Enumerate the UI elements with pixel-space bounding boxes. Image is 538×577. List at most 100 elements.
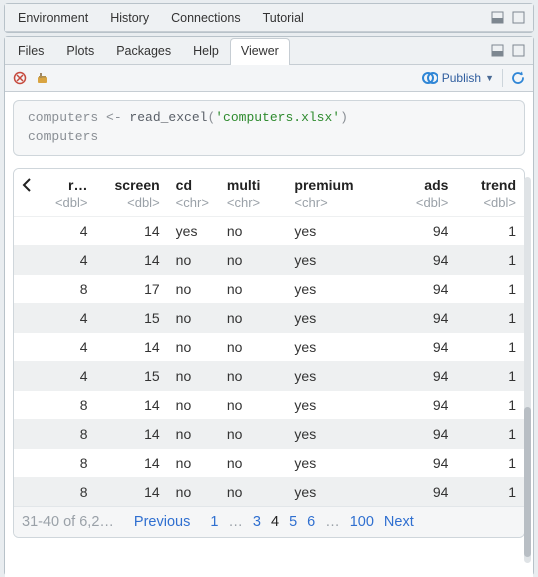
cell: 8 — [40, 477, 96, 506]
cell: 1 — [456, 332, 524, 361]
tab-viewer[interactable]: Viewer — [230, 38, 290, 65]
cell: 94 — [391, 245, 456, 274]
cell: no — [219, 303, 287, 332]
tab-history[interactable]: History — [99, 5, 160, 32]
row-gutter — [14, 332, 40, 361]
col-r-type: <dbl> — [48, 195, 88, 210]
cell: 15 — [95, 361, 167, 390]
col-premium-label: premium — [294, 177, 353, 193]
pager-page[interactable]: 6 — [307, 514, 315, 530]
table-row: 415nonoyes941 — [14, 303, 524, 332]
cell: no — [219, 448, 287, 477]
row-gutter — [14, 303, 40, 332]
cell: 4 — [40, 245, 96, 274]
col-trend-label: trend — [481, 177, 516, 193]
cell: yes — [286, 361, 391, 390]
cell: 94 — [391, 303, 456, 332]
col-r[interactable]: r… <dbl> — [40, 169, 96, 217]
pager-next[interactable]: Next — [384, 514, 414, 530]
table-row: 414yesnoyes941 — [14, 216, 524, 245]
table-row: 414nonoyes941 — [14, 332, 524, 361]
table-row: 415nonoyes941 — [14, 361, 524, 390]
pager-previous[interactable]: Previous — [134, 514, 190, 530]
maximize-pane-icon[interactable] — [512, 11, 525, 24]
cell: no — [168, 361, 219, 390]
row-gutter — [14, 245, 40, 274]
pager-page[interactable]: 1 — [210, 514, 218, 530]
row-gutter — [14, 390, 40, 419]
table-row: 814nonoyes941 — [14, 477, 524, 506]
viewer-toolbar: Publish ▼ — [5, 65, 533, 92]
row-gutter — [14, 419, 40, 448]
tab-tutorial[interactable]: Tutorial — [252, 5, 315, 32]
cell: yes — [286, 390, 391, 419]
table-row: 817nonoyes941 — [14, 274, 524, 303]
tab-environment[interactable]: Environment — [7, 5, 99, 32]
tab-packages[interactable]: Packages — [105, 38, 182, 65]
cell: no — [168, 448, 219, 477]
scroll-left-icon[interactable] — [14, 169, 40, 217]
cell: no — [219, 332, 287, 361]
cell: yes — [286, 274, 391, 303]
row-gutter — [14, 477, 40, 506]
cell: no — [219, 390, 287, 419]
pager-page[interactable]: 100 — [350, 514, 374, 530]
cell: 94 — [391, 361, 456, 390]
data-table-wrap: r… <dbl> screen <dbl> cd <chr> multi — [13, 168, 525, 538]
pager-page[interactable]: 3 — [253, 514, 261, 530]
col-multi-label: multi — [227, 177, 260, 193]
minimize-pane-icon[interactable] — [491, 44, 504, 57]
top-pane-tabstrip: Environment History Connections Tutorial — [5, 4, 533, 32]
col-ads[interactable]: ads <dbl> — [391, 169, 456, 217]
col-trend[interactable]: trend <dbl> — [456, 169, 524, 217]
code-lhs: computers — [28, 110, 106, 125]
cell: yes — [286, 245, 391, 274]
maximize-pane-icon[interactable] — [512, 44, 525, 57]
cell: 94 — [391, 477, 456, 506]
cell: 1 — [456, 216, 524, 245]
table-row: 414nonoyes941 — [14, 245, 524, 274]
cell: 14 — [95, 419, 167, 448]
cell: 94 — [391, 274, 456, 303]
cell: 94 — [391, 390, 456, 419]
pager-ellipsis: … — [325, 514, 340, 530]
col-premium[interactable]: premium <chr> — [286, 169, 391, 217]
col-screen[interactable]: screen <dbl> — [95, 169, 167, 217]
col-ads-type: <dbl> — [399, 195, 448, 210]
table-row: 814nonoyes941 — [14, 448, 524, 477]
cell: 94 — [391, 448, 456, 477]
col-cd-type: <chr> — [176, 195, 211, 210]
col-trend-type: <dbl> — [464, 195, 516, 210]
tab-help[interactable]: Help — [182, 38, 230, 65]
cell: no — [168, 477, 219, 506]
pager-summary: 31-40 of 6,2… — [22, 514, 114, 530]
cell: 8 — [40, 448, 96, 477]
col-cd[interactable]: cd <chr> — [168, 169, 219, 217]
tab-connections[interactable]: Connections — [160, 5, 252, 32]
tab-plots[interactable]: Plots — [55, 38, 105, 65]
cell: 1 — [456, 390, 524, 419]
pager-page[interactable]: 5 — [289, 514, 297, 530]
col-premium-type: <chr> — [294, 195, 383, 210]
minimize-pane-icon[interactable] — [491, 11, 504, 24]
data-table: r… <dbl> screen <dbl> cd <chr> multi — [14, 169, 524, 506]
refresh-viewer-icon[interactable] — [509, 69, 527, 87]
scrollbar-thumb[interactable] — [524, 407, 531, 557]
tab-files[interactable]: Files — [7, 38, 55, 65]
remove-viewer-item-icon[interactable] — [11, 69, 29, 87]
cell: 15 — [95, 303, 167, 332]
cell: 8 — [40, 390, 96, 419]
col-ads-label: ads — [424, 177, 448, 193]
code-box: computers <- read_excel('computers.xlsx'… — [13, 100, 525, 156]
scrollbar-vertical[interactable] — [524, 177, 531, 563]
cell: 1 — [456, 274, 524, 303]
publish-label: Publish — [442, 71, 481, 85]
pane-environment-group: Environment History Connections Tutorial — [4, 3, 534, 33]
publish-button[interactable]: Publish ▼ — [420, 70, 496, 86]
clear-viewer-icon[interactable] — [35, 69, 53, 87]
cell: no — [219, 274, 287, 303]
caret-down-icon: ▼ — [485, 73, 494, 83]
col-multi[interactable]: multi <chr> — [219, 169, 287, 217]
cell: 17 — [95, 274, 167, 303]
cell: no — [219, 216, 287, 245]
